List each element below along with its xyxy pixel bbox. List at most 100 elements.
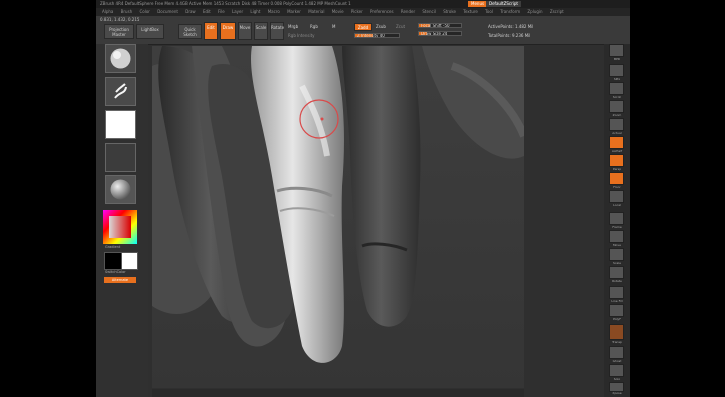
xpose-label: Xpose xyxy=(612,391,622,395)
local-label: Local xyxy=(613,203,621,207)
scroll-button[interactable] xyxy=(609,82,624,95)
switch-color-label[interactable]: SwitchColor xyxy=(105,270,126,274)
zsub-button[interactable]: Zsub xyxy=(376,24,386,29)
zadd-button[interactable]: Zadd xyxy=(354,23,372,31)
draw-size-value: 24 xyxy=(442,31,448,36)
color-wheel-icon xyxy=(103,210,137,244)
bpr-label: BPR xyxy=(614,57,620,61)
menu-macro[interactable]: Macro xyxy=(268,9,280,14)
spix-button[interactable] xyxy=(609,64,624,77)
menu-edit[interactable]: Edit xyxy=(203,9,211,14)
menus-button[interactable]: Menus xyxy=(468,1,488,7)
menu-layer[interactable]: Layer xyxy=(232,9,243,14)
solo-label: Solo xyxy=(613,377,621,381)
local-button[interactable] xyxy=(609,190,624,203)
aahalf-label: AAHalf xyxy=(611,149,623,153)
rgb-intensity-slider[interactable]: Rgb Intensity xyxy=(288,33,315,38)
gradient-label[interactable]: Gradient xyxy=(105,245,120,249)
line-fill-button[interactable] xyxy=(609,286,624,299)
scroll-label: Scroll xyxy=(612,95,622,99)
menu-draw[interactable]: Draw xyxy=(185,9,195,14)
floor-label: Floor xyxy=(613,185,621,189)
menu-movie[interactable]: Movie xyxy=(332,9,344,14)
material-thumbnail[interactable] xyxy=(105,175,136,204)
zoom-label: Zoom xyxy=(612,113,622,117)
move-view-label: Move xyxy=(612,243,622,247)
menu-stroke[interactable]: Stroke xyxy=(443,9,456,14)
focal-shift-slider[interactable]: Focal Shift -50 xyxy=(418,23,462,28)
solo-button[interactable] xyxy=(609,364,624,377)
frame-label: Frame xyxy=(612,225,622,229)
sculpted-hand-model[interactable] xyxy=(152,46,524,388)
title-bar: ZBrush 4R4 DefaultSphere Free Mem 4.4GB … xyxy=(96,0,630,8)
menu-picker[interactable]: Picker xyxy=(351,9,363,14)
color-picker[interactable] xyxy=(103,210,137,244)
menu-document[interactable]: Document xyxy=(157,9,178,14)
quick-sketch-button[interactable]: Quick Sketch xyxy=(178,24,202,39)
edit-mode-button[interactable]: Edit xyxy=(204,22,218,40)
menu-texture[interactable]: Texture xyxy=(463,9,478,14)
mrgb-button[interactable]: Mrgb xyxy=(288,24,298,29)
transp-button[interactable] xyxy=(609,324,624,340)
ghost-button[interactable] xyxy=(609,346,624,359)
alpha-thumbnail[interactable] xyxy=(105,110,136,139)
draw-size-label: Draw Size xyxy=(421,31,441,36)
bpr-render-button[interactable] xyxy=(609,44,624,57)
move-view-button[interactable] xyxy=(609,230,624,243)
menu-zplugin[interactable]: Zplugin xyxy=(527,9,542,14)
rgb-button[interactable]: Rgb xyxy=(310,24,318,29)
menu-material[interactable]: Material xyxy=(308,9,324,14)
menu-zscript[interactable]: Zscript xyxy=(550,9,564,14)
transp-label: Transp xyxy=(612,340,622,344)
zoom-button[interactable] xyxy=(609,100,624,113)
floor-button[interactable] xyxy=(609,172,624,185)
menu-stencil[interactable]: Stencil xyxy=(422,9,436,14)
menu-brush[interactable]: Brush xyxy=(121,9,133,14)
active-points-readout: ActivePoints: 1.482 Mil xyxy=(488,24,534,29)
z-intensity-slider[interactable]: Z Intensity 40 xyxy=(354,33,400,38)
lightbox-button[interactable]: LightBox xyxy=(136,24,164,39)
canvas-viewport[interactable] xyxy=(152,46,524,388)
menu-render[interactable]: Render xyxy=(401,9,415,14)
main-color-swatch[interactable] xyxy=(121,252,138,270)
rotate-view-button[interactable] xyxy=(609,266,624,279)
texture-thumbnail[interactable] xyxy=(105,143,136,172)
actual-button[interactable] xyxy=(609,118,624,131)
menu-light[interactable]: Light xyxy=(250,9,260,14)
draw-size-slider[interactable]: Draw Size 24 xyxy=(418,31,462,36)
menu-alpha[interactable]: Alpha xyxy=(102,9,113,14)
draw-mode-button[interactable]: Draw xyxy=(220,22,236,40)
right-shelf: BPR SPix Scroll Zoom Actual AAHalf Persp… xyxy=(604,44,630,397)
focal-shift-value: -50 xyxy=(443,23,450,28)
menu-color[interactable]: Color xyxy=(139,9,149,14)
menu-preferences[interactable]: Preferences xyxy=(370,9,394,14)
top-toolbar: 0.831, 1.432, 0.215 Projection Master Li… xyxy=(96,16,630,45)
title-text: ZBrush 4R4 DefaultSphere Free Mem 4.4GB … xyxy=(100,1,351,6)
line-fill-label: Line Fill xyxy=(611,299,623,303)
polyf-button[interactable] xyxy=(609,304,624,317)
m-button[interactable]: M xyxy=(332,24,335,29)
move-mode-button[interactable]: Move xyxy=(238,22,252,40)
aahalf-button[interactable] xyxy=(609,136,624,149)
scale-view-label: Scale xyxy=(612,261,622,265)
persp-button[interactable] xyxy=(609,154,624,167)
alternate-button[interactable]: Alternate xyxy=(104,277,136,283)
brush-thumbnail[interactable] xyxy=(105,77,136,106)
tool-thumbnail[interactable] xyxy=(105,44,136,73)
menu-tool[interactable]: Tool xyxy=(485,9,493,14)
rotate-view-label: Rotate xyxy=(612,279,622,283)
scale-mode-button[interactable]: Scale xyxy=(254,22,268,40)
frame-button[interactable] xyxy=(609,212,624,225)
focal-shift-label: Focal Shift xyxy=(421,23,442,28)
secondary-color-swatch[interactable] xyxy=(104,252,122,270)
scale-view-button[interactable] xyxy=(609,248,624,261)
bottom-tray xyxy=(152,389,524,397)
rotate-mode-button[interactable]: Rotate xyxy=(270,22,284,40)
menu-transform[interactable]: Transform xyxy=(500,9,520,14)
menu-marker[interactable]: Marker xyxy=(287,9,301,14)
menu-bar: Alpha Brush Color Document Draw Edit Fil… xyxy=(96,8,630,16)
default-zscript-button[interactable]: DefaultZScript xyxy=(486,1,521,7)
menu-file[interactable]: File xyxy=(218,9,225,14)
zcut-button[interactable]: Zcut xyxy=(396,24,405,29)
projection-master-button[interactable]: Projection Master xyxy=(104,24,134,39)
